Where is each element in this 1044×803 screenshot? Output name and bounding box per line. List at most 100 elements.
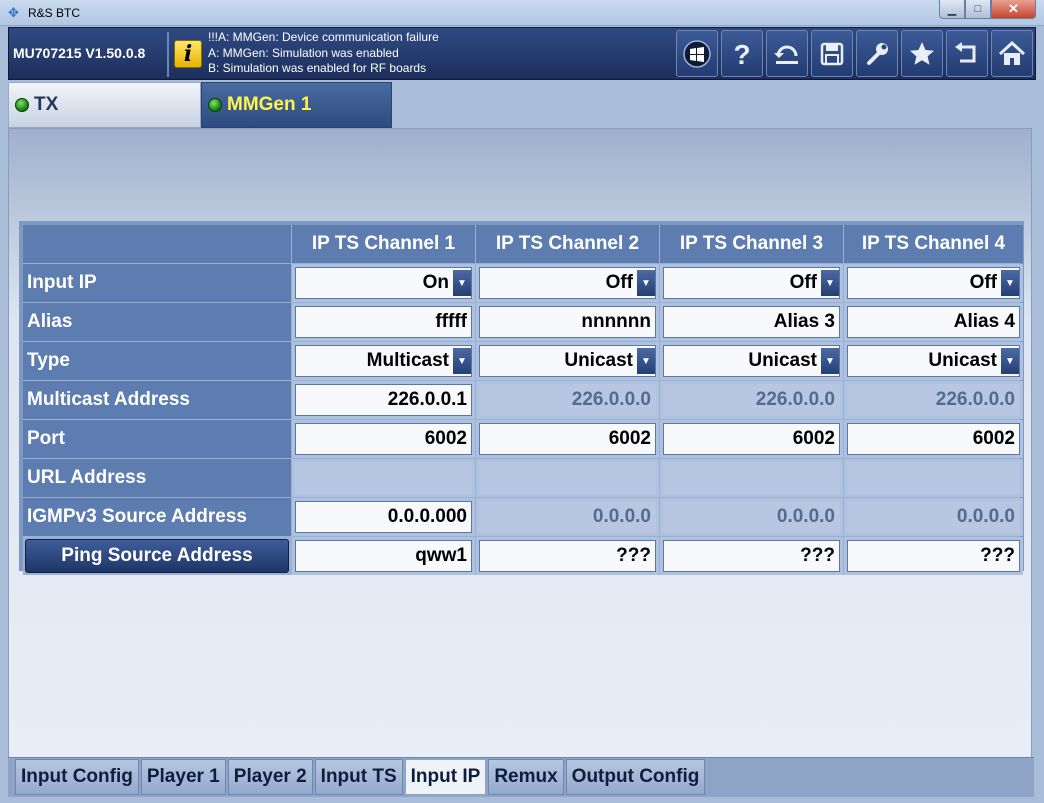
- row-label: Port: [23, 420, 291, 458]
- table-cell: 0.0.0.0: [660, 498, 843, 536]
- chevron-down-icon[interactable]: ▼: [1001, 270, 1019, 296]
- row-label: Alias: [23, 303, 291, 341]
- bottom-tabs: Input Config Player 1 Player 2 Input TS Inpu…: [15, 759, 706, 795]
- text-field[interactable]: ???: [479, 540, 656, 572]
- message-item: B: Simulation was enabled for RF boards: [208, 61, 427, 75]
- save-icon[interactable]: [811, 30, 853, 77]
- text-field[interactable]: Alias 3: [663, 306, 840, 338]
- table-cell: qww1: [292, 537, 475, 575]
- chevron-down-icon[interactable]: ▼: [1001, 348, 1019, 374]
- dropdown-select[interactable]: Multicast ▼: [295, 345, 472, 377]
- text-field[interactable]: ???: [663, 540, 840, 572]
- empty-field: [663, 462, 840, 494]
- table-grid: IP TS Channel 1 IP TS Channel 2 IP TS Ch…: [23, 225, 1023, 575]
- text-field[interactable]: Alias 4: [847, 306, 1020, 338]
- dropdown-select[interactable]: Off ▼: [847, 267, 1020, 299]
- text-field[interactable]: ???: [847, 540, 1020, 572]
- chevron-down-icon[interactable]: ▼: [453, 348, 471, 374]
- table-cell: Off ▼: [476, 264, 659, 302]
- text-field[interactable]: 6002: [663, 423, 840, 455]
- chevron-down-icon[interactable]: ▼: [821, 348, 839, 374]
- table-cell: ???: [476, 537, 659, 575]
- dropdown-select[interactable]: Off ▼: [663, 267, 840, 299]
- close-button[interactable]: ✕: [991, 0, 1036, 19]
- text-field[interactable]: fffff: [295, 306, 472, 338]
- ip-channel-table: IP TS Channel 1 IP TS Channel 2 IP TS Ch…: [19, 221, 1024, 575]
- empty-field: [847, 462, 1020, 494]
- text-field[interactable]: 6002: [847, 423, 1020, 455]
- dropdown-select[interactable]: On ▼: [295, 267, 472, 299]
- home-icon[interactable]: [991, 30, 1033, 77]
- chevron-down-icon[interactable]: ▼: [821, 270, 839, 296]
- row-label: Input IP: [23, 264, 291, 302]
- table-cell: Off ▼: [844, 264, 1023, 302]
- window-controls: ▁ □ ✕: [939, 0, 1036, 19]
- favorites-star-icon[interactable]: [901, 30, 943, 77]
- tab-player-1[interactable]: Player 1: [140, 759, 226, 795]
- tab-input-config[interactable]: Input Config: [15, 759, 139, 795]
- minimize-button[interactable]: ▁: [939, 0, 965, 19]
- main-panel: IP TS Channel 1 IP TS Channel 2 IP TS Ch…: [8, 128, 1032, 758]
- table-cell: 6002: [844, 420, 1023, 458]
- dropdown-select[interactable]: Unicast ▼: [663, 345, 840, 377]
- text-field[interactable]: qww1: [295, 540, 472, 572]
- tab-input-ts[interactable]: Input TS: [314, 759, 403, 795]
- dropdown-select[interactable]: Off ▼: [479, 267, 656, 299]
- table-cell: 6002: [660, 420, 843, 458]
- tab-label: MMGen 1: [227, 94, 312, 115]
- table-cell: Alias 4: [844, 303, 1023, 341]
- text-field[interactable]: 226.0.0.1: [295, 384, 472, 416]
- message-list: !!!A: MMGen: Device communication failur…: [208, 30, 439, 77]
- header-divider: [167, 32, 169, 77]
- table-cell: nnnnnn: [476, 303, 659, 341]
- table-cell: fffff: [292, 303, 475, 341]
- dropdown-select[interactable]: Unicast ▼: [847, 345, 1020, 377]
- device-id: MU707215 V1.50.0.8: [13, 45, 146, 61]
- dropdown-value: Unicast: [748, 350, 817, 371]
- text-field[interactable]: 0.0.0.000: [295, 501, 472, 533]
- dropdown-select[interactable]: Unicast ▼: [479, 345, 656, 377]
- chevron-down-icon[interactable]: ▼: [637, 348, 655, 374]
- tab-input-ip[interactable]: Input IP: [404, 759, 487, 795]
- text-field[interactable]: nnnnnn: [479, 306, 656, 338]
- chevron-down-icon[interactable]: ▼: [637, 270, 655, 296]
- table-cell: Unicast ▼: [844, 342, 1023, 380]
- tab-mmgen-1[interactable]: MMGen 1: [201, 82, 392, 128]
- table-cell: 0.0.0.0: [476, 498, 659, 536]
- status-led-icon: [208, 98, 222, 112]
- tab-remux[interactable]: Remux: [488, 759, 564, 795]
- back-icon[interactable]: [946, 30, 988, 77]
- windows-icon[interactable]: [676, 30, 718, 77]
- table-cell: Multicast ▼: [292, 342, 475, 380]
- text-field[interactable]: 6002: [295, 423, 472, 455]
- tab-output-config[interactable]: Output Config: [565, 759, 706, 795]
- table-cell: 226.0.0.0: [844, 381, 1023, 419]
- status-led-icon: [15, 98, 29, 112]
- tab-player-2[interactable]: Player 2: [227, 759, 313, 795]
- window-titlebar: ✥ R&S BTC ▁ □ ✕: [0, 0, 1044, 26]
- disabled-field: 226.0.0.0: [663, 384, 840, 416]
- table-cell: [660, 459, 843, 497]
- table-cell: 226.0.0.0: [660, 381, 843, 419]
- row-label[interactable]: Ping Source Address: [25, 539, 289, 573]
- row-label: IGMPv3 Source Address: [23, 498, 291, 536]
- disabled-field: 0.0.0.0: [847, 501, 1020, 533]
- table-cell: ???: [660, 537, 843, 575]
- table-cell: 0.0.0.000: [292, 498, 475, 536]
- disabled-field: 0.0.0.0: [479, 501, 656, 533]
- text-field[interactable]: 6002: [479, 423, 656, 455]
- app-header: MU707215 V1.50.0.8 i !!!A: MMGen: Device…: [8, 27, 1036, 80]
- help-icon[interactable]: ?: [721, 30, 763, 77]
- undo-icon[interactable]: [766, 30, 808, 77]
- maximize-button[interactable]: □: [965, 0, 991, 19]
- table-cell: Unicast ▼: [660, 342, 843, 380]
- table-cell: [292, 459, 475, 497]
- tab-tx[interactable]: TX: [8, 82, 201, 128]
- settings-wrench-icon[interactable]: [856, 30, 898, 77]
- disabled-field: 226.0.0.0: [479, 384, 656, 416]
- empty-field: [479, 462, 656, 494]
- column-header: IP TS Channel 1: [292, 225, 475, 263]
- info-icon[interactable]: i: [174, 40, 202, 68]
- chevron-down-icon[interactable]: ▼: [453, 270, 471, 296]
- column-header: IP TS Channel 4: [844, 225, 1023, 263]
